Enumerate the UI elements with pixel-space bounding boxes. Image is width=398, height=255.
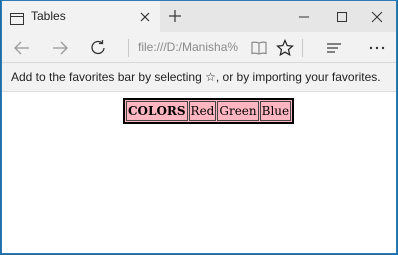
minimize-icon [299, 16, 309, 18]
star-icon [276, 39, 294, 57]
arrow-left-icon [14, 41, 29, 55]
tab-title: Tables [31, 9, 66, 23]
tab-page-icon [10, 10, 24, 25]
arrow-right-icon [53, 41, 68, 55]
table-header-cell: COLORS [126, 101, 188, 121]
maximize-icon [337, 12, 347, 22]
favorite-button[interactable] [274, 37, 296, 59]
back-button[interactable] [11, 37, 33, 59]
forward-button[interactable] [49, 37, 71, 59]
plus-icon[interactable] [167, 8, 183, 24]
close-icon[interactable] [138, 9, 152, 23]
favorites-bar-message: Add to the favorites bar by selecting ☆,… [11, 70, 381, 84]
ellipsis-icon [369, 46, 385, 50]
hub-button[interactable] [323, 37, 345, 59]
refresh-button[interactable] [87, 37, 109, 59]
reading-view-button[interactable] [248, 37, 270, 59]
page-content: COLORS Red Green Blue [2, 92, 396, 253]
close-window-icon [371, 11, 383, 23]
favorites-bar: Add to the favorites bar by selecting ☆,… [2, 63, 396, 92]
toolbar-separator [128, 39, 129, 57]
minimize-button[interactable] [285, 1, 323, 32]
hub-lines-icon [327, 43, 341, 53]
tab-tables[interactable]: Tables [2, 1, 160, 32]
table-row: COLORS Red Green Blue [126, 101, 292, 121]
book-icon [251, 41, 267, 55]
table-cell: Red [188, 101, 217, 121]
colors-table: COLORS Red Green Blue [123, 98, 295, 124]
table-cell: Blue [259, 101, 292, 121]
refresh-icon [91, 40, 105, 55]
table-cell: Green [217, 101, 259, 121]
close-window-button[interactable] [358, 1, 396, 32]
browser-window: Tables file:///D:/Manisha% Add to the fa… [1, 0, 397, 254]
maximize-button[interactable] [323, 1, 361, 32]
address-bar[interactable]: file:///D:/Manisha% [138, 40, 252, 58]
title-bar: Tables [2, 1, 396, 32]
navigation-toolbar: file:///D:/Manisha% [2, 32, 396, 63]
toolbar-separator [302, 39, 303, 57]
more-button[interactable] [366, 37, 388, 59]
